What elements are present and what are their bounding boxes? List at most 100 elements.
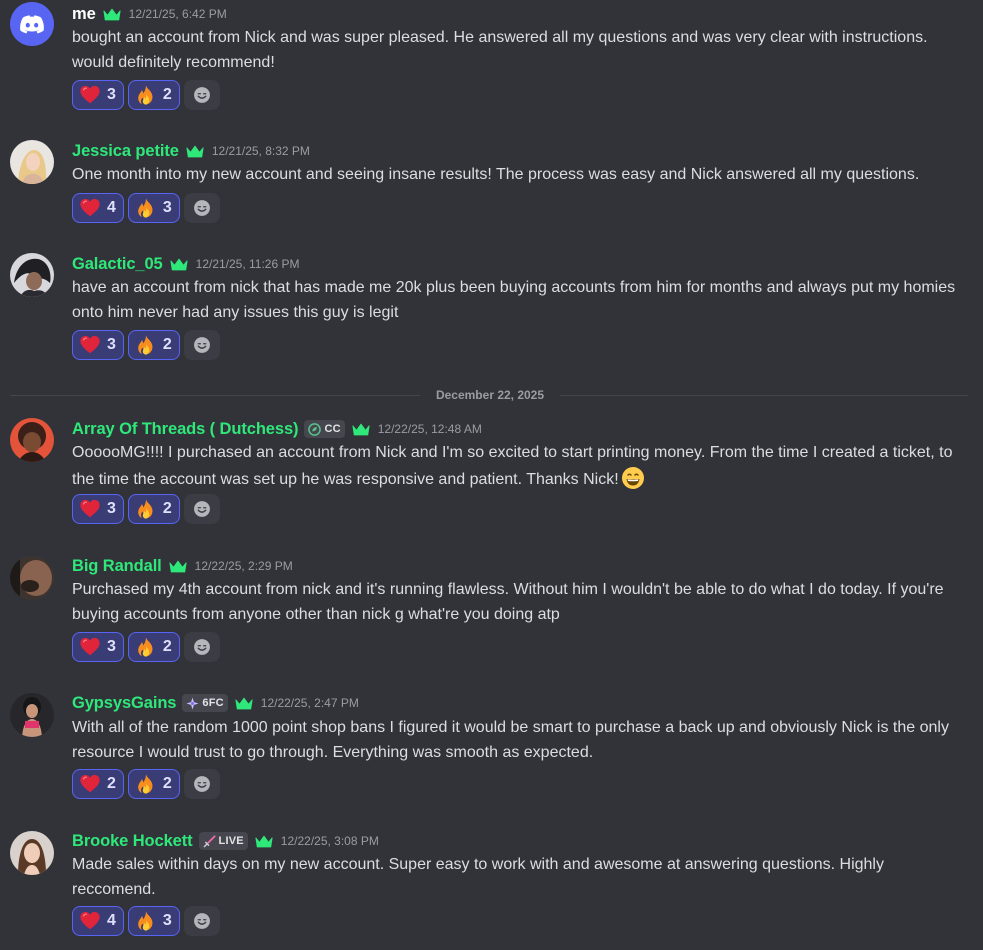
- message-header: Big Randall 12/22/25, 2:29 PM: [72, 555, 293, 577]
- add-reaction-button[interactable]: [183, 632, 220, 662]
- fire-icon: [135, 334, 157, 356]
- crown-icon: [103, 7, 121, 22]
- reaction-count: 4: [107, 912, 116, 929]
- timestamp[interactable]: 12/22/25, 2:29 PM: [195, 559, 293, 573]
- message-text: have an account from nick that has made …: [72, 279, 956, 321]
- avatar[interactable]: [10, 556, 54, 600]
- sword-badge-icon: [203, 834, 216, 847]
- timestamp[interactable]: 12/22/25, 12:48 AM: [378, 422, 482, 436]
- reaction-fire[interactable]: 2: [127, 80, 180, 110]
- add-reaction-button[interactable]: [183, 80, 220, 110]
- heart-icon: [79, 773, 101, 795]
- message-text: Made sales within days on my new account…: [72, 856, 884, 898]
- server-tag-label: LIVE: [218, 835, 244, 847]
- smile-icon: [192, 85, 212, 105]
- reaction-heart[interactable]: 3: [72, 330, 124, 360]
- message-header: Galactic_05 12/21/25, 11:26 PM: [72, 253, 300, 275]
- reaction-fire[interactable]: 2: [127, 632, 180, 662]
- fire-icon: [135, 197, 157, 219]
- reaction-count: 2: [162, 775, 172, 792]
- reaction-fire[interactable]: 2: [127, 330, 180, 360]
- reaction-fire[interactable]: 2: [127, 494, 180, 524]
- username[interactable]: Jessica petite: [72, 142, 179, 161]
- reaction-bar: 3 2: [72, 79, 220, 111]
- server-tag-label: CC: [324, 423, 341, 435]
- avatar[interactable]: [10, 693, 54, 737]
- reaction-bar: 4 3: [72, 905, 220, 937]
- fire-icon: [135, 84, 157, 106]
- user-photo-icon: [10, 253, 54, 297]
- reaction-bar: 3 2: [72, 329, 220, 361]
- user-photo-icon: [10, 140, 54, 184]
- reaction-heart[interactable]: 3: [72, 632, 124, 662]
- reaction-heart[interactable]: 4: [72, 906, 124, 936]
- sparkle-badge-icon: [186, 696, 199, 710]
- add-reaction-button[interactable]: [183, 906, 220, 936]
- reaction-count: 3: [162, 199, 172, 216]
- message-header: Array Of Threads ( Dutchess) CC 12/22/25…: [72, 418, 482, 440]
- smile-icon: [192, 198, 212, 218]
- message-text: One month into my new account and seeing…: [72, 166, 920, 183]
- reaction-heart[interactable]: 3: [72, 494, 124, 524]
- heart-icon: [79, 197, 101, 219]
- message-header: Brooke Hockett LIVE 12/22/25, 3:08 PM: [72, 830, 379, 852]
- discord-logo-icon: [10, 2, 54, 46]
- add-reaction-button[interactable]: [183, 769, 220, 799]
- heart-icon: [79, 636, 101, 658]
- heart-icon: [79, 334, 101, 356]
- crown-icon: [186, 144, 204, 159]
- smile-icon: [192, 335, 212, 355]
- timestamp[interactable]: 12/21/25, 6:42 PM: [129, 7, 227, 21]
- timestamp[interactable]: 12/22/25, 3:08 PM: [281, 834, 379, 848]
- crown-icon: [170, 257, 188, 272]
- username[interactable]: Big Randall: [72, 557, 162, 576]
- smile-icon: [192, 911, 212, 931]
- username[interactable]: Brooke Hockett: [72, 832, 193, 851]
- avatar[interactable]: [10, 418, 54, 462]
- reaction-heart[interactable]: 2: [72, 769, 124, 799]
- heart-icon: [79, 498, 101, 520]
- reaction-fire[interactable]: 3: [127, 193, 180, 223]
- fire-icon: [135, 773, 157, 795]
- reaction-count: 3: [107, 638, 116, 655]
- username[interactable]: Array Of Threads ( Dutchess): [72, 420, 299, 439]
- username[interactable]: Galactic_05: [72, 255, 163, 274]
- crown-icon: [352, 422, 370, 437]
- avatar[interactable]: [10, 2, 54, 46]
- reaction-count: 2: [162, 86, 172, 103]
- reaction-heart[interactable]: 4: [72, 193, 124, 223]
- add-reaction-button[interactable]: [183, 193, 220, 223]
- timestamp[interactable]: 12/22/25, 2:47 PM: [261, 696, 359, 710]
- smile-icon: [192, 637, 212, 657]
- avatar[interactable]: [10, 140, 54, 184]
- avatar[interactable]: [10, 253, 54, 297]
- reaction-count: 3: [162, 912, 172, 929]
- message-text: bought an account from Nick and was supe…: [72, 29, 928, 71]
- message-header: Jessica petite 12/21/25, 8:32 PM: [72, 140, 310, 162]
- reaction-fire[interactable]: 2: [127, 769, 180, 799]
- reaction-fire[interactable]: 3: [127, 906, 180, 936]
- reaction-bar: 3 2: [72, 631, 220, 663]
- smile-icon: [192, 499, 212, 519]
- user-photo-icon: [10, 693, 54, 737]
- avatar[interactable]: [10, 831, 54, 875]
- server-tag[interactable]: CC: [304, 420, 345, 438]
- reaction-heart[interactable]: 3: [72, 80, 124, 110]
- username[interactable]: GypsysGains: [72, 694, 176, 713]
- username[interactable]: me: [72, 5, 96, 24]
- timestamp[interactable]: 12/21/25, 8:32 PM: [212, 144, 310, 158]
- server-tag[interactable]: LIVE: [198, 832, 248, 850]
- heart-icon: [79, 84, 101, 106]
- timestamp[interactable]: 12/21/25, 11:26 PM: [196, 257, 300, 271]
- add-reaction-button[interactable]: [183, 494, 220, 524]
- user-photo-icon: [10, 418, 54, 462]
- user-photo-icon: [10, 831, 54, 875]
- reaction-bar: 3 2: [72, 493, 220, 525]
- crown-icon: [255, 834, 273, 849]
- server-tag-label: 6FC: [202, 697, 224, 709]
- fire-icon: [135, 910, 157, 932]
- add-reaction-button[interactable]: [183, 330, 220, 360]
- grin-emoji-icon: [621, 466, 644, 489]
- server-tag[interactable]: 6FC: [182, 694, 228, 712]
- crown-icon: [235, 696, 253, 711]
